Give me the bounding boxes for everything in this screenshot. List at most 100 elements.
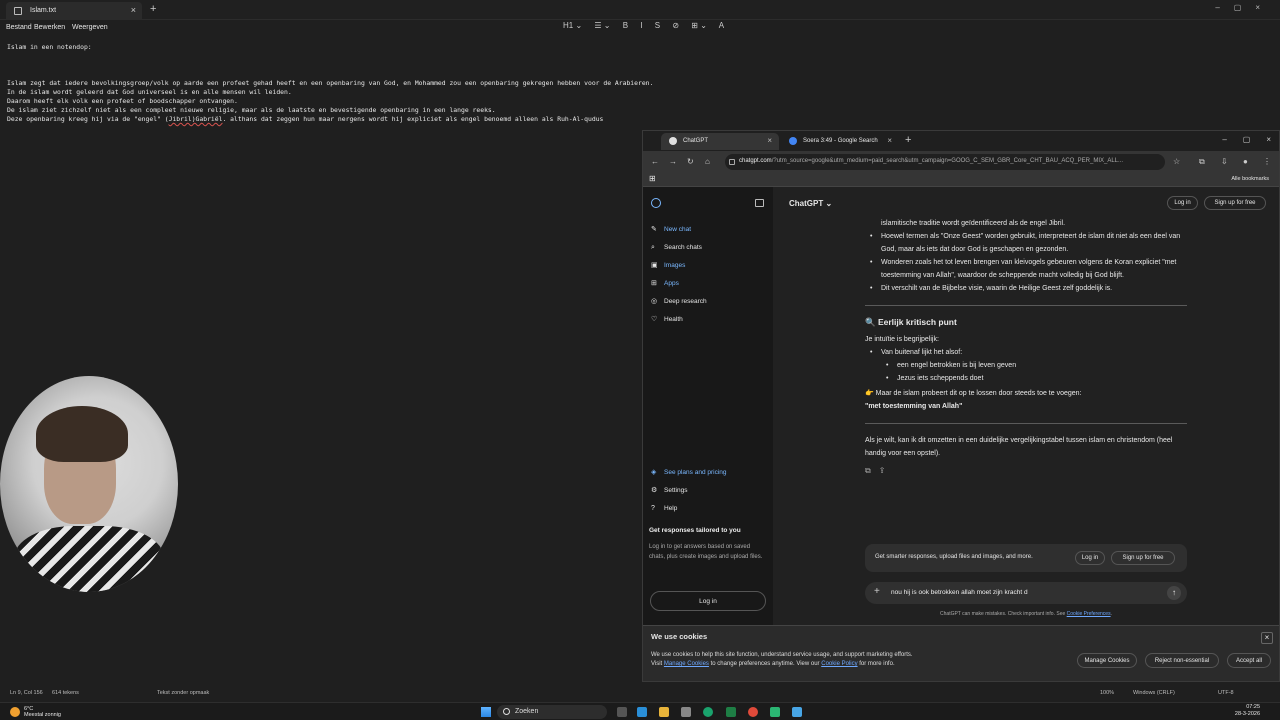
back-icon[interactable]: ←: [651, 157, 659, 166]
notepad-icon[interactable]: [792, 707, 802, 717]
close-tab-icon[interactable]: ×: [887, 136, 892, 145]
close-window-button[interactable]: ×: [1266, 135, 1271, 144]
site-info-icon[interactable]: [729, 159, 735, 165]
sidebar-item-label: Apps: [664, 280, 679, 287]
text-line: In de islam wordt geleerd dat God univer…: [7, 88, 292, 96]
gear-icon: ⚙: [651, 487, 658, 494]
cookie-policy-link[interactable]: Cookie Policy: [821, 661, 857, 667]
cookie-preferences-link[interactable]: Cookie Preferences: [1067, 611, 1111, 617]
taskbar-clock[interactable]: 07:25 28-3-2026: [1235, 704, 1260, 718]
sidebar-item-search-chats[interactable]: ⌕ Search chats: [651, 244, 702, 251]
zoom-level: 100%: [1100, 690, 1115, 696]
link-button[interactable]: ⊘: [672, 21, 679, 30]
reject-nonessential-button[interactable]: Reject non-essential: [1145, 653, 1219, 668]
new-tab-button[interactable]: +: [150, 3, 156, 15]
banner-signup-button[interactable]: Sign up for free: [1111, 551, 1175, 565]
strikethrough-button[interactable]: S: [655, 21, 660, 30]
openai-logo-icon[interactable]: [651, 198, 661, 208]
menu-file[interactable]: Bestand: [6, 24, 32, 31]
address-bar[interactable]: chatgpt.com/?utm_source=google&utm_mediu…: [725, 154, 1165, 170]
close-tab-icon[interactable]: ×: [767, 136, 772, 145]
extensions-icon[interactable]: ⧉: [1199, 157, 1205, 167]
image-icon: ▣: [651, 262, 658, 269]
webcam-person-hair: [36, 406, 128, 462]
sidebar-item-new-chat[interactable]: ✎ New chat: [651, 226, 691, 233]
forward-icon[interactable]: →: [669, 157, 677, 166]
message-composer[interactable]: + nou hij is ook betrokken allah moet zi…: [865, 582, 1187, 604]
sidebar-item-apps[interactable]: ⊞ Apps: [651, 280, 679, 287]
menu-kebab-icon[interactable]: ⋮: [1263, 157, 1271, 166]
maximize-button[interactable]: ▢: [1243, 135, 1251, 144]
telegram-icon[interactable]: [637, 707, 647, 717]
close-tab-icon[interactable]: ×: [131, 5, 136, 15]
new-tab-button[interactable]: +: [905, 134, 911, 146]
tab-label: Soera 3:49 - Google Search: [803, 138, 878, 144]
windows-start-icon[interactable]: [481, 707, 491, 717]
app-icon[interactable]: [770, 707, 780, 717]
all-bookmarks[interactable]: Alle bookmarks: [1231, 176, 1269, 182]
reload-icon[interactable]: ↻: [687, 157, 694, 166]
home-icon[interactable]: ⌂: [705, 157, 710, 166]
chatgpt-favicon-icon: [669, 137, 677, 145]
list-item: Wonderen zoals het tot leven brengen van…: [865, 256, 1187, 282]
text-segment: Deze openbaring kreeg hij via de "engel"…: [7, 115, 169, 123]
downloads-icon[interactable]: ⇩: [1221, 157, 1228, 166]
taskbar-search-label: Zoeken: [515, 708, 539, 715]
profile-avatar-icon[interactable]: ●: [1243, 157, 1248, 166]
taskbar-search[interactable]: Zoeken: [497, 705, 607, 719]
sidebar-item-help[interactable]: ? Help: [651, 505, 677, 512]
clear-format-button[interactable]: A: [719, 21, 724, 30]
heading-button[interactable]: H1 ⌄: [563, 21, 582, 30]
sidebar-login-button[interactable]: Log in: [650, 591, 766, 611]
bold-button[interactable]: B: [623, 21, 628, 30]
tab-google-search[interactable]: Soera 3:49 - Google Search ×: [781, 133, 899, 150]
app-icon[interactable]: [681, 707, 691, 717]
share-icon[interactable]: ⇪: [879, 466, 886, 475]
copy-icon[interactable]: ⧉: [865, 466, 871, 475]
sidebar-item-settings[interactable]: ⚙ Settings: [651, 487, 688, 494]
sidebar-item-plans[interactable]: ◈ See plans and pricing: [651, 469, 727, 476]
format-mode: Tekst zonder opmaak: [157, 690, 210, 696]
excel-icon[interactable]: [726, 707, 736, 717]
sidebar-item-health[interactable]: ♡ Health: [651, 316, 683, 323]
google-favicon-icon: [789, 137, 797, 145]
table-button[interactable]: ⊞ ⌄: [691, 21, 707, 30]
sidebar-item-deep-research[interactable]: ◎ Deep research: [651, 298, 707, 305]
task-view-icon[interactable]: [617, 707, 627, 717]
search-icon: ⌕: [651, 244, 655, 251]
notepad-text-area[interactable]: Islam in een notendop: Islam zegt dat ie…: [7, 43, 653, 124]
edge-icon[interactable]: [703, 707, 713, 717]
manage-cookies-button[interactable]: Manage Cookies: [1077, 653, 1137, 668]
list-button[interactable]: ☰ ⌄: [594, 21, 610, 30]
header-signup-button[interactable]: Sign up for free: [1204, 196, 1266, 210]
bookmark-star-icon[interactable]: ☆: [1173, 157, 1180, 166]
sidebar-toggle-icon[interactable]: [755, 199, 764, 207]
notepad-tab[interactable]: Islam.txt ×: [6, 2, 142, 20]
send-arrow-icon[interactable]: ↑: [1167, 586, 1181, 600]
menu-edit[interactable]: Bewerken: [34, 24, 65, 31]
url-path: /?utm_source=google&utm_medium=paid_sear…: [771, 158, 1124, 164]
notepad-tabbar: Islam.txt × + –▢×: [0, 0, 1280, 20]
menu-view[interactable]: Weergeven: [72, 24, 108, 31]
tab-chatgpt[interactable]: ChatGPT ×: [661, 133, 779, 150]
attach-plus-icon[interactable]: +: [874, 586, 880, 597]
header-login-button[interactable]: Log in: [1167, 196, 1198, 210]
italic-button[interactable]: I: [640, 21, 642, 30]
window-controls[interactable]: –▢×: [1215, 3, 1274, 12]
browser-toolbar: ← → ↻ ⌂ chatgpt.com/?utm_source=google&u…: [643, 151, 1279, 173]
model-selector[interactable]: ChatGPT ⌄: [789, 199, 832, 208]
minimize-button[interactable]: –: [1222, 135, 1226, 144]
chrome-icon[interactable]: [748, 707, 758, 717]
accept-all-button[interactable]: Accept all: [1227, 653, 1271, 668]
manage-cookies-link[interactable]: Manage Cookies: [664, 661, 709, 667]
list-item: Hoewel termen als "Onze Geest" worden ge…: [865, 230, 1187, 256]
composer-input[interactable]: nou hij is ook betrokken allah moet zijn…: [891, 589, 1028, 596]
message-text: 👉 Maar de islam probeert dit op te losse…: [865, 390, 1082, 397]
sidebar-item-label: Images: [664, 262, 686, 269]
apps-grid-icon[interactable]: ⊞: [649, 174, 656, 183]
url-host: chatgpt.com: [739, 158, 772, 164]
banner-login-button[interactable]: Log in: [1075, 551, 1105, 565]
file-explorer-icon[interactable]: [659, 707, 669, 717]
cookie-close-icon[interactable]: ×: [1261, 632, 1273, 644]
sidebar-item-images[interactable]: ▣ Images: [651, 262, 685, 269]
